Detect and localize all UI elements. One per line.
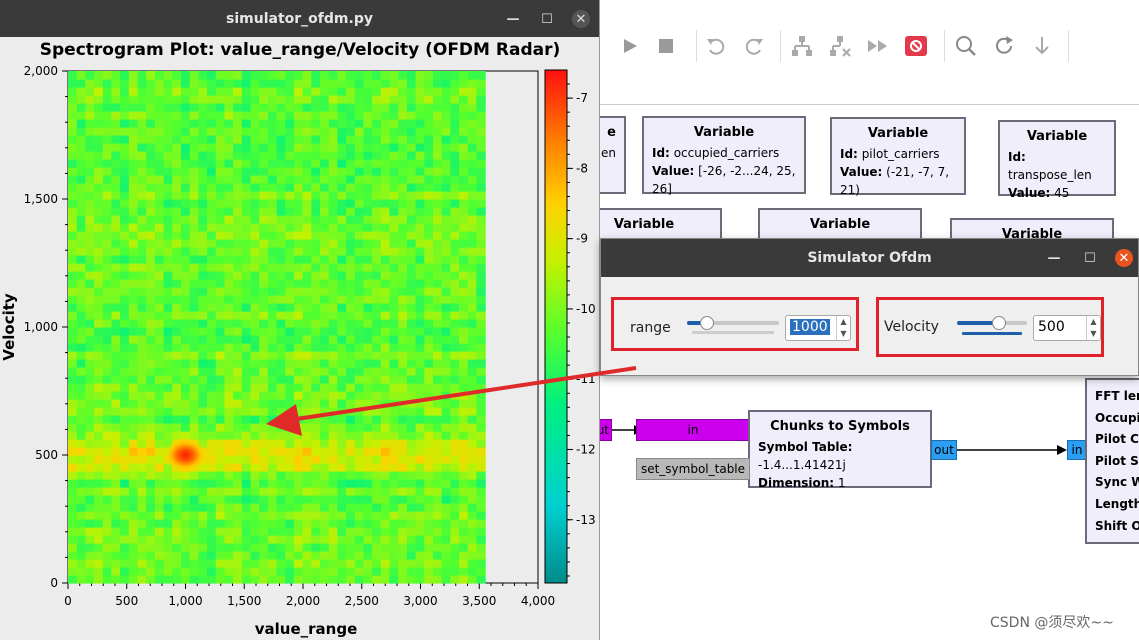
annotation-arrow <box>266 366 637 436</box>
watermark: CSDN @须尽欢~~ <box>990 615 1114 631</box>
